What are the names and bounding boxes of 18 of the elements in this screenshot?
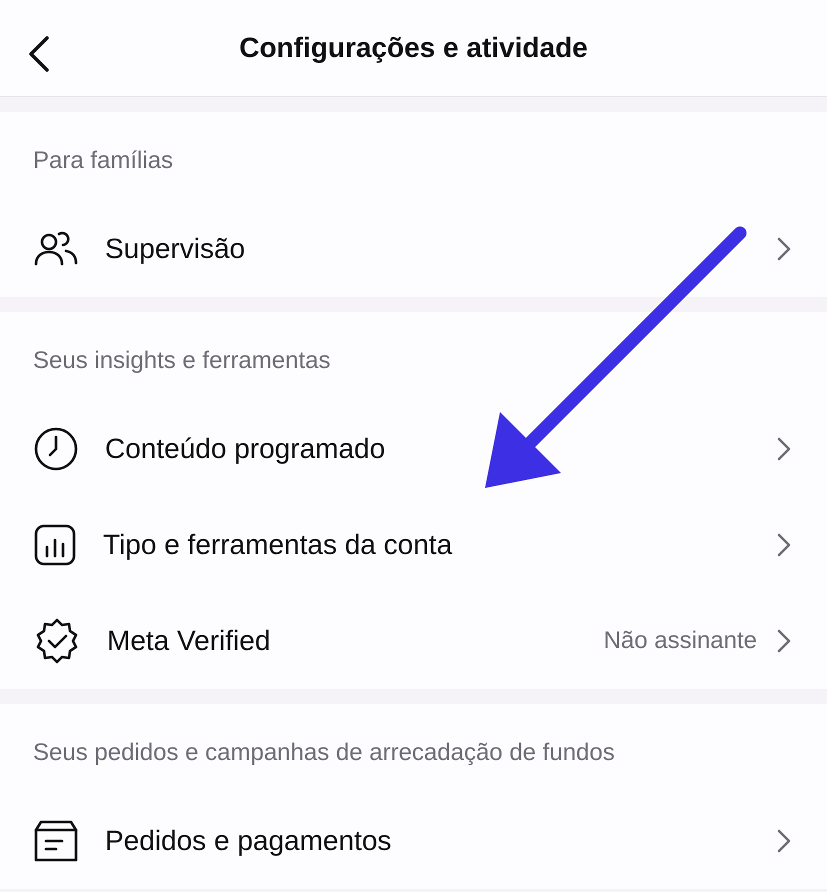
bar-chart-icon [33,523,77,567]
settings-item[interactable]: Supervisão [0,201,827,297]
package-icon [33,819,79,863]
settings-item[interactable]: Conteúdo programado [0,401,827,497]
chevron-right-icon [777,629,791,653]
section-heading: Seus insights e ferramentas [33,347,330,374]
chevron-right-icon [777,829,791,853]
settings-item[interactable]: Tipo e ferramentas da conta [0,497,827,593]
chevron-right-icon [777,533,791,557]
settings-item[interactable]: Meta Verified Não assinante [0,593,827,689]
chevron-right-icon [777,237,791,261]
section-heading: Seus pedidos e campanhas de arrecadação de fundos [33,739,615,766]
settings-item[interactable]: Pedidos e pagamentos [0,793,827,889]
clock-icon [33,426,79,472]
chevron-right-icon [777,437,791,461]
section-heading: Para famílias [33,147,174,174]
item-value: Não assinante [604,626,757,656]
page-title: Configurações e atividade [239,31,588,65]
